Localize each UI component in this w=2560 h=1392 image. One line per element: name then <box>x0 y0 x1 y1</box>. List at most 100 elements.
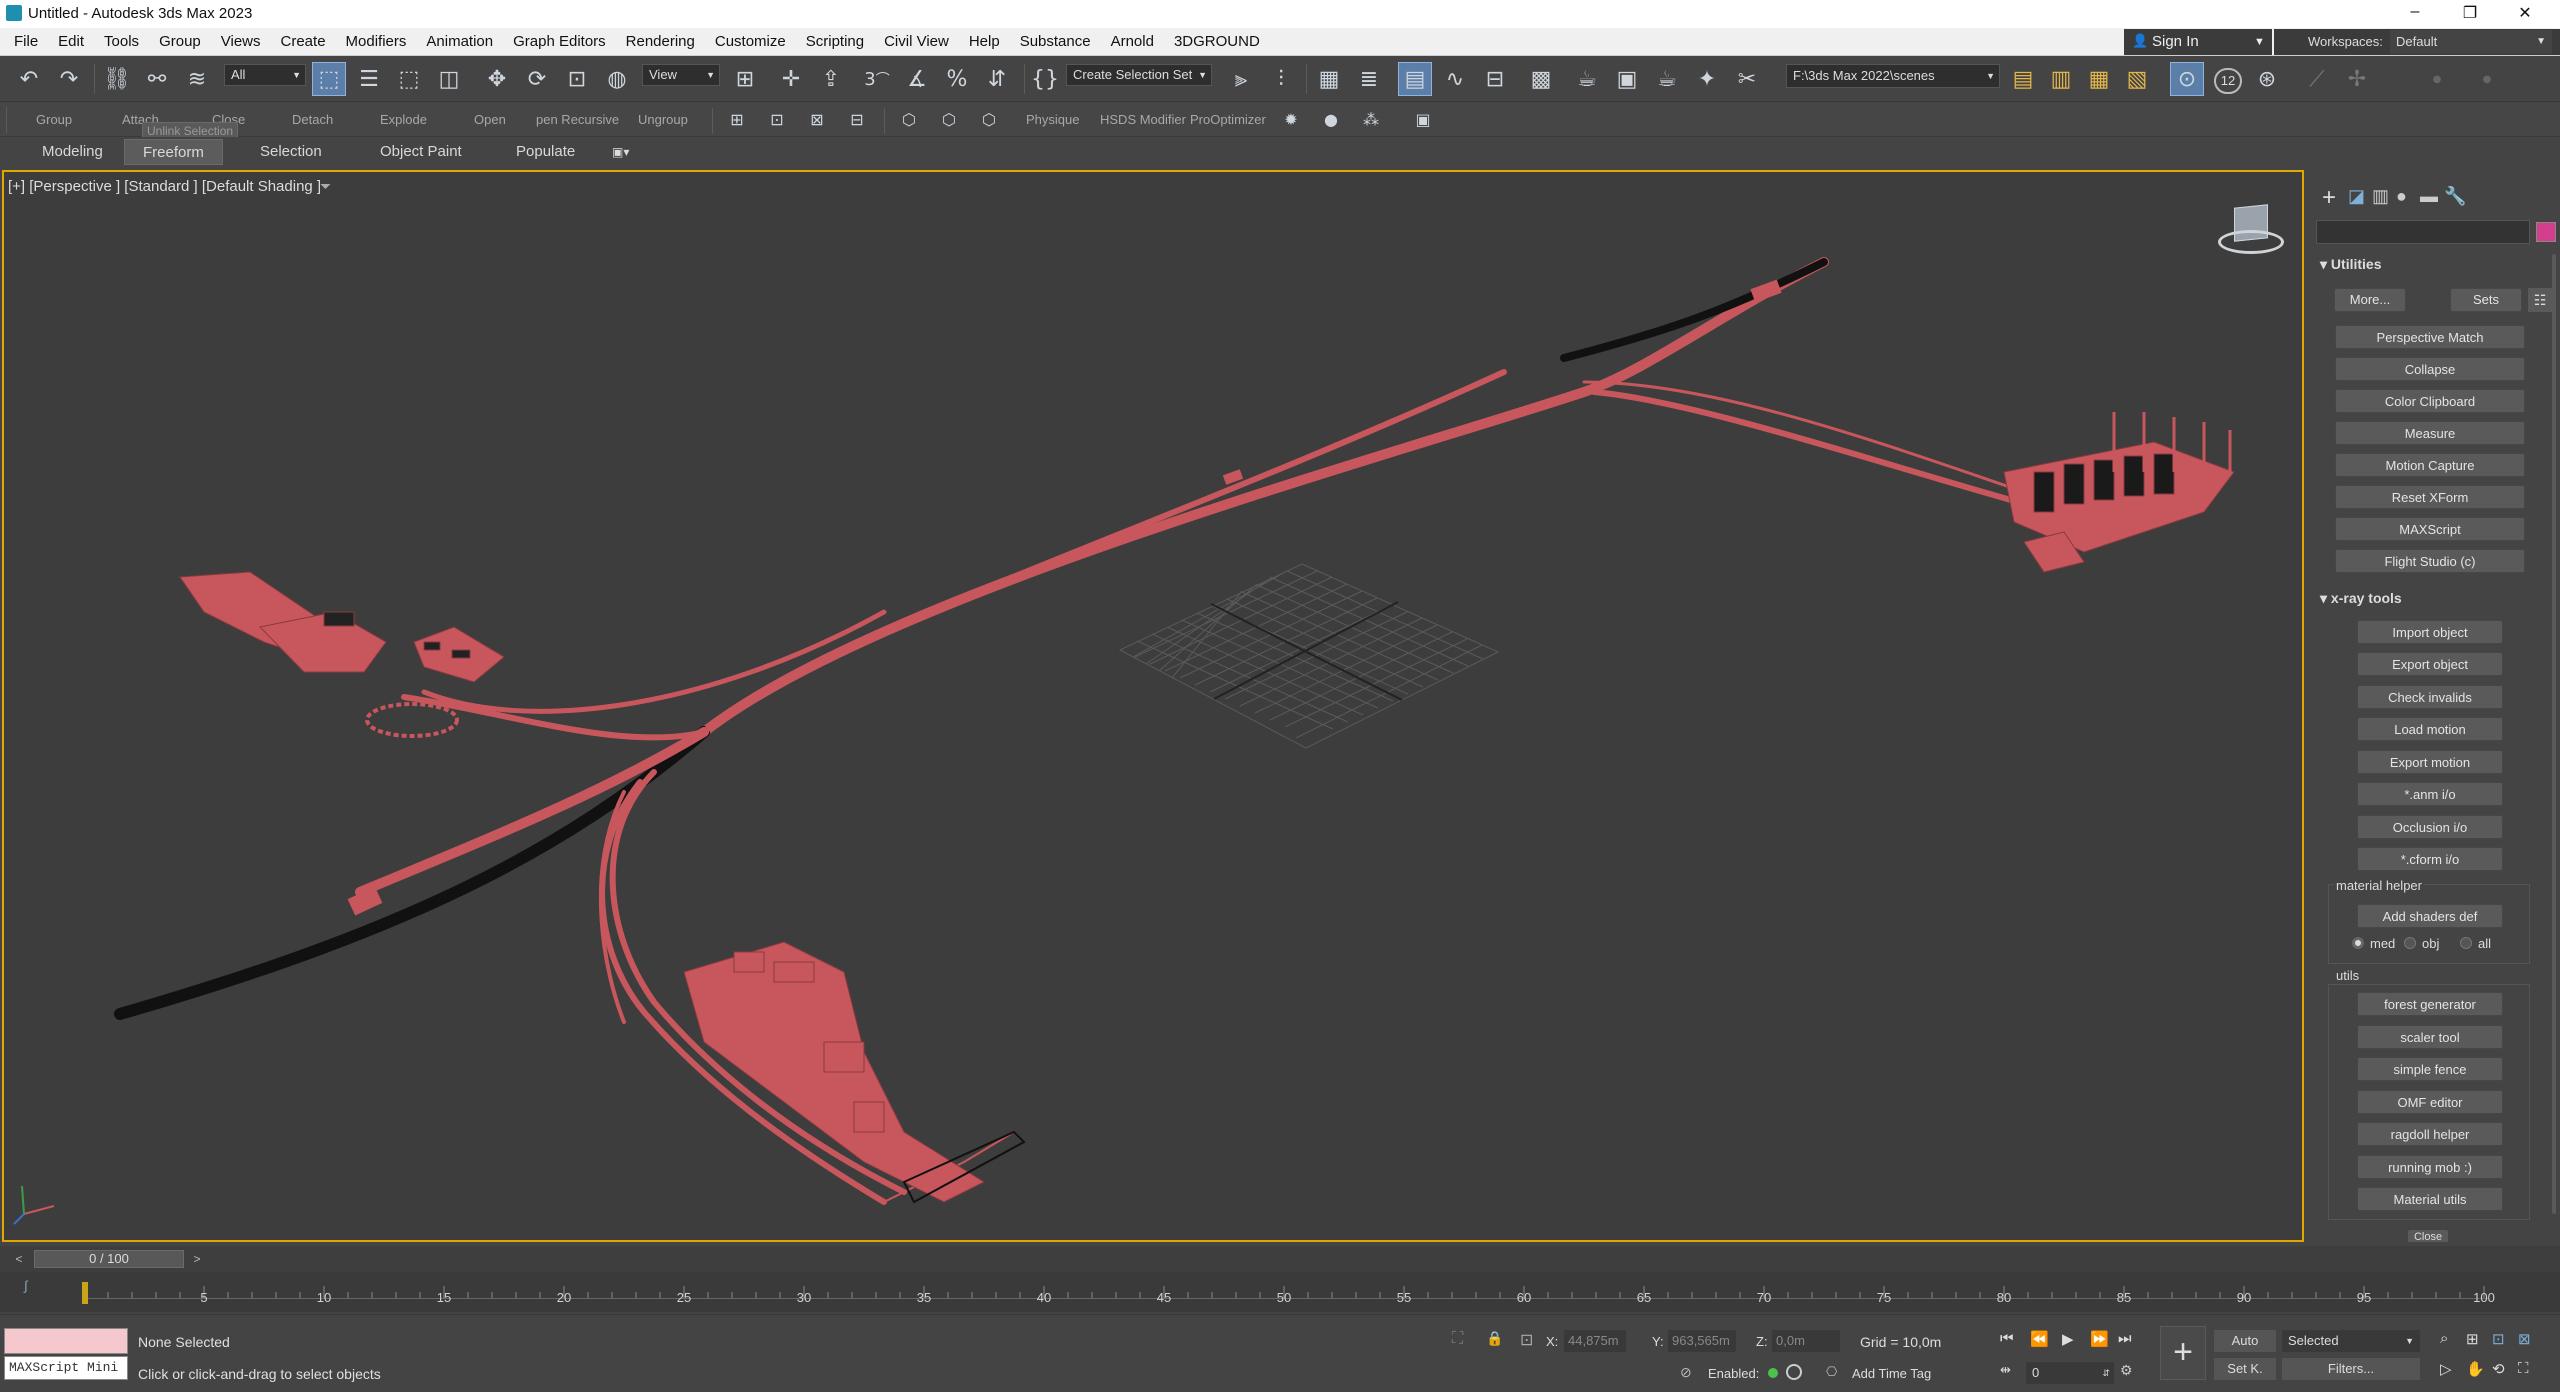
time-slider-prev[interactable]: < <box>10 1250 28 1268</box>
export-motion-button[interactable]: Export motion <box>2357 750 2503 774</box>
xray-tools-rollout-header[interactable]: ▾ x-ray tools <box>2320 590 2402 607</box>
zoom-all-icon[interactable]: ⊞ <box>2466 1330 2479 1348</box>
utilities-tab-icon[interactable]: 🔧 <box>2444 186 2466 207</box>
goto-start-icon[interactable]: ⏮ <box>2000 1330 2014 1347</box>
time-config-icon[interactable]: ⇹ <box>2000 1362 2011 1378</box>
tab-freeform[interactable]: Freeform <box>124 139 223 165</box>
menu-substance[interactable]: Substance <box>1010 28 1101 56</box>
running-mob-button[interactable]: running mob :) <box>2357 1155 2503 1179</box>
menu-civil-view[interactable]: Civil View <box>874 28 959 56</box>
ribbon-modifier-icon[interactable]: ⬡ <box>972 102 1006 136</box>
forest-generator-button[interactable]: forest generator <box>2357 992 2503 1016</box>
flight-studio-button[interactable]: Flight Studio (c) <box>2335 549 2525 573</box>
ungroup-button[interactable]: Ungroup <box>638 112 688 127</box>
menu-customize[interactable]: Customize <box>705 28 796 56</box>
ribbon-scatter-icon[interactable]: ⁂ <box>1354 102 1388 136</box>
grid-helper-icon[interactable]: ✢ <box>2340 62 2374 96</box>
align-icon[interactable]: ⫶ <box>1264 62 1298 96</box>
rendered-frame-icon[interactable]: ▣ <box>1610 62 1644 96</box>
ribbon-modifier-icon[interactable]: ⬡ <box>892 102 926 136</box>
next-frame-icon[interactable]: ⏩ <box>2090 1330 2109 1348</box>
ribbon-image-icon[interactable]: ▣ <box>1406 102 1440 136</box>
reset-xform-button[interactable]: Reset XForm <box>2335 485 2525 509</box>
set-key-button[interactable]: Set K. <box>2214 1358 2276 1380</box>
rectangular-selection-icon[interactable]: ⬚ <box>392 62 426 96</box>
menu-modifiers[interactable]: Modifiers <box>336 28 417 56</box>
key-mode-dropdown[interactable]: Selected ▼ <box>2282 1330 2420 1352</box>
magic-wand-icon[interactable]: ✦ <box>1690 62 1724 96</box>
perspective-match-button[interactable]: Perspective Match <box>2335 325 2525 349</box>
scene-explorer-icon[interactable]: ▦ <box>1312 62 1346 96</box>
window-crossing-icon[interactable]: ◫ <box>432 62 466 96</box>
ribbon-tool-icon[interactable]: ⊞ <box>720 102 754 136</box>
simple-fence-button[interactable]: simple fence <box>2357 1057 2503 1081</box>
hsds-modifier-button[interactable]: HSDS Modifier <box>1100 112 1186 127</box>
load-motion-button[interactable]: Load motion <box>2357 717 2503 741</box>
move-icon[interactable]: ✥ <box>480 62 514 96</box>
select-by-name-icon[interactable]: ☰ <box>352 62 386 96</box>
current-frame-marker[interactable] <box>82 1282 88 1304</box>
layer-explorer-icon[interactable]: ≣ <box>1352 62 1386 96</box>
rotate-icon[interactable]: ⟳ <box>520 62 554 96</box>
project-open-icon[interactable]: ▥ <box>2044 62 2078 96</box>
tab-modeling[interactable]: Modeling <box>24 139 121 165</box>
undo-icon[interactable]: ↶ <box>12 62 46 96</box>
help-icon[interactable]: ⊛ <box>2250 62 2284 96</box>
physique-button[interactable]: Physique <box>1026 112 1079 127</box>
tab-object-paint[interactable]: Object Paint <box>362 139 480 165</box>
detach-button[interactable]: Detach <box>292 112 333 127</box>
menu-views[interactable]: Views <box>211 28 271 56</box>
key-filters-icon[interactable]: ⚙ <box>2120 1362 2133 1379</box>
minimize-button[interactable]: – <box>2400 3 2430 21</box>
ragdoll-helper-button[interactable]: ragdoll helper <box>2357 1122 2503 1146</box>
menu-group[interactable]: Group <box>149 28 211 56</box>
motion-tab-icon[interactable]: ● <box>2396 186 2407 207</box>
radio-obj[interactable] <box>2404 937 2416 949</box>
curve-editor-icon[interactable]: ∿ <box>1438 62 1472 96</box>
zoom-extents-all-icon[interactable]: ⊠ <box>2518 1330 2531 1348</box>
scaler-tool-button[interactable]: scaler tool <box>2357 1025 2503 1049</box>
selection-lock-icon[interactable]: 🔒 <box>1486 1330 1503 1347</box>
menu-graph-editors[interactable]: Graph Editors <box>503 28 616 56</box>
ribbon-sphere-icon[interactable]: ● <box>1314 102 1348 136</box>
current-frame-field[interactable]: 0 ⇵ <box>2026 1362 2114 1384</box>
pivot-center-icon[interactable]: ⊞ <box>728 62 762 96</box>
ribbon-tool-icon[interactable]: ⊠ <box>800 102 834 136</box>
autosave-icon[interactable]: ⊙ <box>2170 62 2204 96</box>
play-icon[interactable]: ▶ <box>2062 1330 2074 1348</box>
set-key-big-button[interactable]: + <box>2160 1326 2206 1380</box>
display-tab-icon[interactable]: ▬ <box>2420 186 2438 207</box>
scene-geometry[interactable] <box>4 172 2304 1242</box>
percent-snap-icon[interactable]: % <box>940 62 974 96</box>
maxscript-listener-field[interactable] <box>4 1328 128 1354</box>
close-rollout-button[interactable]: Close <box>2408 1230 2448 1242</box>
prev-frame-icon[interactable]: ⏪ <box>2030 1330 2049 1348</box>
maximize-viewport-icon[interactable]: ⛶ <box>2518 1360 2529 1377</box>
zoom-icon[interactable]: ⌕ <box>2440 1330 2448 1347</box>
orbit-icon[interactable]: ⟲ <box>2492 1360 2505 1378</box>
tab-selection[interactable]: Selection <box>242 139 340 165</box>
brush-icon[interactable]: ⟋ <box>2300 62 2334 96</box>
spinner-snap-icon[interactable]: ⇵ <box>980 62 1014 96</box>
material-editor-icon[interactable]: ▩ <box>1524 62 1558 96</box>
prooptimizer-button[interactable]: ProOptimizer <box>1190 112 1266 127</box>
occlusion-io-button[interactable]: Occlusion i/o <box>2357 815 2503 839</box>
render-setup-icon[interactable]: ☕ <box>1570 62 1604 96</box>
menu-tools[interactable]: Tools <box>94 28 149 56</box>
select-object-icon[interactable]: ⬚ <box>312 62 346 96</box>
add-time-tag[interactable]: Add Time Tag <box>1852 1366 1931 1381</box>
link-icon[interactable]: ⛓ <box>100 62 134 96</box>
collapse-button[interactable]: Collapse <box>2335 357 2525 381</box>
time-tag-icon[interactable] <box>1786 1364 1802 1380</box>
export-object-button[interactable]: Export object <box>2357 652 2503 676</box>
key-filters-button[interactable]: Filters... <box>2282 1358 2420 1380</box>
motion-capture-button[interactable]: Motion Capture <box>2335 453 2525 477</box>
field-of-view-icon[interactable]: ▷ <box>2440 1360 2452 1378</box>
viewcube[interactable] <box>2216 202 2286 262</box>
create-tab-icon[interactable]: + <box>2322 184 2336 212</box>
enabled-status-icon[interactable] <box>1768 1368 1778 1378</box>
radio-med[interactable] <box>2352 937 2364 949</box>
more-button[interactable]: More... <box>2334 288 2406 312</box>
z-coordinate-field[interactable]: 0,0m <box>1772 1330 1840 1352</box>
pan-icon[interactable]: ✋ <box>2466 1360 2485 1378</box>
